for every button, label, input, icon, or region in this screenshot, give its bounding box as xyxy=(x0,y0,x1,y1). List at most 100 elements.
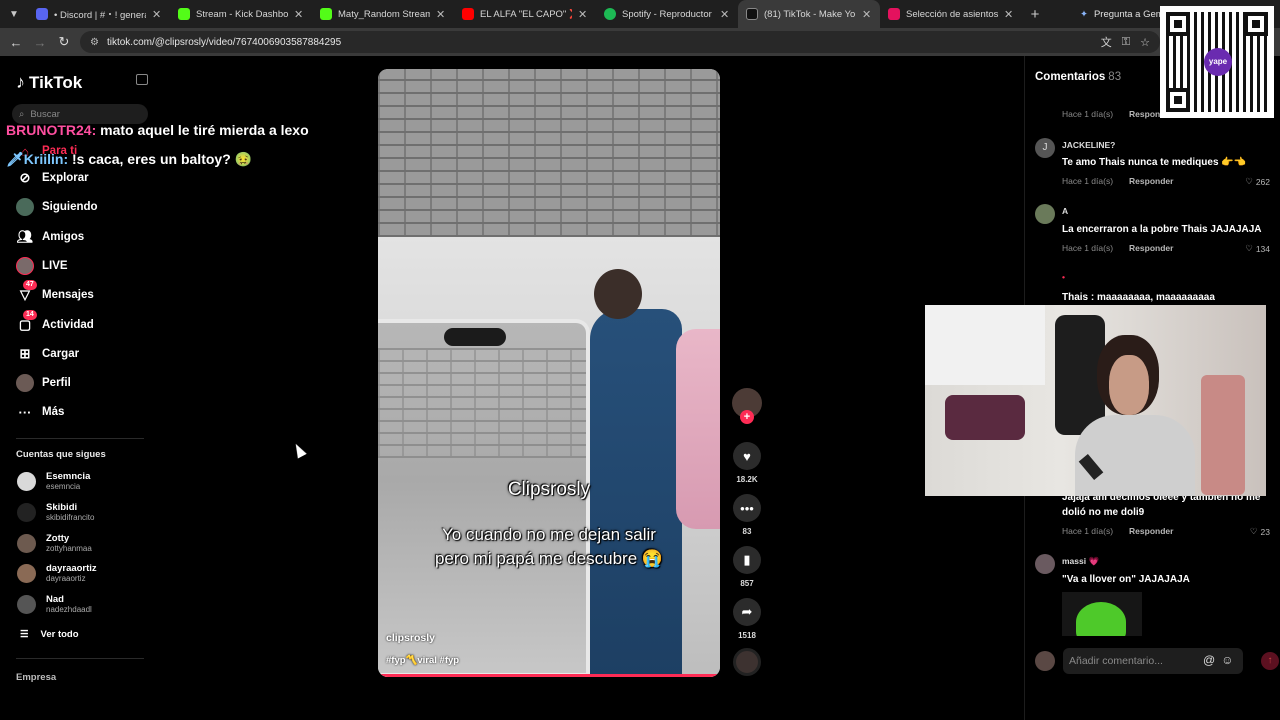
close-tab-icon[interactable]: ✕ xyxy=(152,8,162,21)
browser-tab-kick-stream[interactable]: Maty_Random Stream - W✕ xyxy=(312,0,454,28)
avatar xyxy=(17,533,36,553)
webcam-suitcase xyxy=(1201,375,1245,495)
video-frame-brick-wall xyxy=(378,69,720,237)
send-arrow-icon[interactable]: ↑ xyxy=(1261,652,1279,670)
gemini-sparkle-icon: ✦ xyxy=(1080,8,1088,20)
new-tab-button[interactable]: + xyxy=(1022,6,1048,23)
search-input[interactable]: ⌕ Buscar xyxy=(12,104,148,124)
video-progress-bar[interactable] xyxy=(378,674,720,677)
tab-search-chevron-icon[interactable]: ▼ xyxy=(0,0,28,28)
heart-outline-icon: ♡ xyxy=(1249,526,1258,536)
nav-item-explore[interactable]: ⊘ Explorar xyxy=(16,168,89,188)
browser-tab-kick-dashboard[interactable]: Stream - Kick Dashboard✕ xyxy=(170,0,312,28)
streamer-face xyxy=(1109,355,1149,415)
creator-profile-button[interactable]: + xyxy=(731,388,763,424)
comment-like-button[interactable]: ♡ 134 xyxy=(1245,243,1270,254)
following-account[interactable]: dayraaortiz dayraaortiz xyxy=(17,563,97,583)
mouse-cursor-icon xyxy=(291,441,307,459)
collapse-sidebar-icon[interactable] xyxy=(136,74,148,85)
close-tab-icon[interactable]: ✕ xyxy=(1004,8,1014,21)
follow-plus-icon[interactable]: + xyxy=(740,410,754,424)
nav-item-messages[interactable]: ▽ 47 Mensajes xyxy=(16,280,94,305)
nav-item-profile[interactable]: Perfil xyxy=(16,373,71,393)
person-head xyxy=(594,269,642,319)
close-tab-icon[interactable]: ✕ xyxy=(294,8,304,21)
browser-toolbar: ← → ↻ ⚙ tiktok.com/@clipsrosly/video/767… xyxy=(0,28,1280,56)
creator-avatar: + xyxy=(732,388,762,424)
site-settings-icon[interactable]: ⚙ xyxy=(90,37,99,48)
browser-tab-tiktok[interactable]: (81) TikTok - Make You ✕ xyxy=(738,0,880,28)
stream-chat-message: BRUNOTR24: mato aquel le tiré mierda a l… xyxy=(6,122,309,138)
comment-meta: Hace 1 día(s) Responder xyxy=(1062,243,1174,253)
gemini-button[interactable]: ✦ Pregunta a Gemi xyxy=(1080,0,1166,28)
kick-favicon-icon xyxy=(178,8,190,20)
close-tab-icon[interactable]: ✕ xyxy=(720,8,730,21)
emoji-icon[interactable]: ☺ xyxy=(1221,653,1233,667)
nav-item-live[interactable]: LIVE xyxy=(16,256,68,276)
music-disc-button[interactable] xyxy=(731,648,763,676)
bookmark-icon: ▮ xyxy=(733,546,761,574)
save-count: 857 xyxy=(740,579,754,588)
browser-tab-discord[interactable]: • Discord | #・! general ✕ xyxy=(28,0,170,28)
webcam-bag xyxy=(945,395,1025,440)
sidebar-divider xyxy=(16,438,144,439)
yape-qr-code: yape xyxy=(1160,6,1274,118)
browser-tab-youtube[interactable]: EL ALFA "EL CAPO" ❌ NC✕ xyxy=(454,0,596,28)
nav-item-following[interactable]: Siguiendo xyxy=(16,197,98,217)
chat-text: mato aquel le tiré mierda a lexo xyxy=(96,122,309,138)
comment-button[interactable]: ••• 83 xyxy=(731,494,763,536)
company-link[interactable]: Empresa xyxy=(16,672,56,683)
mention-at-icon[interactable]: @ xyxy=(1203,653,1215,667)
nav-item-more[interactable]: ··· Más xyxy=(16,402,65,422)
nav-item-activity[interactable]: ▢ 14 Actividad xyxy=(16,310,94,335)
reply-button[interactable]: Responder xyxy=(1129,243,1173,253)
password-key-icon[interactable]: ⚿ xyxy=(1122,36,1130,49)
avatar: J xyxy=(1035,138,1055,158)
comment-text: dolió no me doli9 xyxy=(1062,507,1145,518)
bookmark-star-icon[interactable]: ☆ xyxy=(1140,36,1150,49)
close-tab-icon[interactable]: ✕ xyxy=(578,8,588,21)
comment-text: "Va a llover on" JAJAJAJA xyxy=(1062,574,1190,585)
comment-username-emoji[interactable]: • xyxy=(1062,272,1065,282)
back-arrow-icon[interactable]: ← xyxy=(4,35,28,50)
share-button[interactable]: ➦ 1518 xyxy=(731,598,763,640)
nav-item-upload[interactable]: ⊞ Cargar xyxy=(16,344,80,364)
like-button[interactable]: ♥ 18.2K xyxy=(731,442,763,484)
browser-tab-spotify[interactable]: Spotify - Reproductor web✕ xyxy=(596,0,738,28)
video-hashtags[interactable]: #fyp〽️viral #fyp xyxy=(386,655,459,666)
url-text: tiktok.com/@clipsrosly/video/76740069035… xyxy=(106,36,342,48)
translate-icon[interactable]: 文 xyxy=(1101,34,1112,50)
comment-username[interactable]: massi 💗 xyxy=(1062,556,1099,567)
heart-icon: ♥ xyxy=(733,442,761,470)
see-all-button[interactable]: ☰ Ver todo xyxy=(20,629,79,640)
tiktok-logo[interactable]: ♪ TikTok xyxy=(16,72,82,93)
forward-arrow-icon[interactable]: → xyxy=(28,35,52,50)
close-tab-icon[interactable]: ✕ xyxy=(862,8,872,21)
comment-username[interactable]: JACKELINE? xyxy=(1062,140,1115,150)
following-account[interactable]: Esemncia esemncia xyxy=(17,471,90,491)
chat-username: BRUNOTR24: xyxy=(6,122,97,138)
phone-dynamic-island xyxy=(444,328,506,346)
address-bar[interactable]: ⚙ tiktok.com/@clipsrosly/video/767400690… xyxy=(80,31,1160,53)
reply-button[interactable]: Responder xyxy=(1129,526,1173,536)
video-author-link[interactable]: clipsrosly xyxy=(386,632,435,644)
following-account[interactable]: Skibidi skibidifrancito xyxy=(17,502,94,522)
following-account[interactable]: Nad nadezhdaadl xyxy=(17,594,92,614)
share-arrow-icon: ➦ xyxy=(733,598,761,626)
comment-bubble-icon: ••• xyxy=(733,494,761,522)
nav-item-friends[interactable]: 👥︎ Amigos xyxy=(16,227,84,247)
chat-username: Kriilin: xyxy=(23,151,69,167)
comment-username[interactable]: A xyxy=(1062,206,1068,216)
video-player[interactable]: Clipsrosly Yo cuando no me dejan salir p… xyxy=(378,69,720,677)
avatar xyxy=(17,594,36,614)
following-account[interactable]: Zotty zottyhanmaa xyxy=(17,533,92,553)
reply-button[interactable]: Responder xyxy=(1129,176,1173,186)
comment-text: Te amo Thais nunca te mediques 👉👈 xyxy=(1062,157,1247,168)
browser-tab-seat-selection[interactable]: Selección de asientos ✕ xyxy=(880,0,1022,28)
comment-like-button[interactable]: ♡ 262 xyxy=(1245,176,1270,187)
reload-icon[interactable]: ↻ xyxy=(52,34,76,50)
save-button[interactable]: ▮ 857 xyxy=(731,546,763,588)
close-tab-icon[interactable]: ✕ xyxy=(436,8,446,21)
comment-like-button[interactable]: ♡ 23 xyxy=(1250,526,1270,537)
compass-icon: ⊘ xyxy=(19,170,31,185)
